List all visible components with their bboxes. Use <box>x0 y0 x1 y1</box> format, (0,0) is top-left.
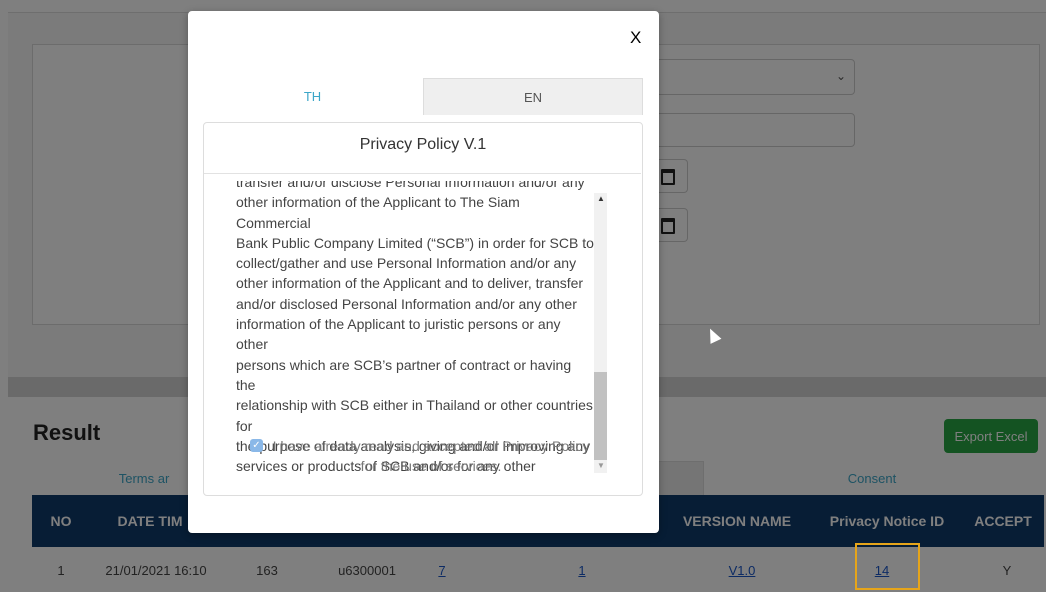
close-button[interactable]: X <box>630 28 641 48</box>
tab-en[interactable]: EN <box>423 78 643 115</box>
policy-line: persons which are SCB’s partner of contr… <box>236 356 572 393</box>
policy-line: and/or disclosed Personal Information an… <box>236 295 577 312</box>
policy-line: other information of the Applicant and t… <box>236 275 584 292</box>
policy-line: other information of the Applicant to Th… <box>236 194 520 231</box>
scroll-down-arrow-icon[interactable]: ▼ <box>597 461 605 470</box>
policy-line: information of the Applicant to juristic… <box>236 316 561 353</box>
tab-th[interactable]: TH <box>203 78 422 114</box>
highlight-box <box>855 543 920 590</box>
agree-row: ✓ I have already read and accepted all P… <box>250 436 594 476</box>
policy-title: Privacy Policy V.1 <box>359 136 487 153</box>
policy-line: transfer and/or disclose Personal Inform… <box>236 181 585 190</box>
policy-line: Bank Public Company Limited (“SCB”) in o… <box>236 234 594 251</box>
card-divider <box>204 173 641 174</box>
agree-label: I have already read and accepted all Pri… <box>272 438 590 474</box>
policy-line: relationship with SCB either in Thailand… <box>236 397 593 434</box>
policy-line: collect/gather and use Personal Informat… <box>236 255 577 272</box>
agree-checkbox[interactable]: ✓ <box>250 439 263 452</box>
scrollbar-thumb[interactable] <box>594 372 607 460</box>
scroll-up-arrow-icon[interactable]: ▲ <box>597 194 605 203</box>
